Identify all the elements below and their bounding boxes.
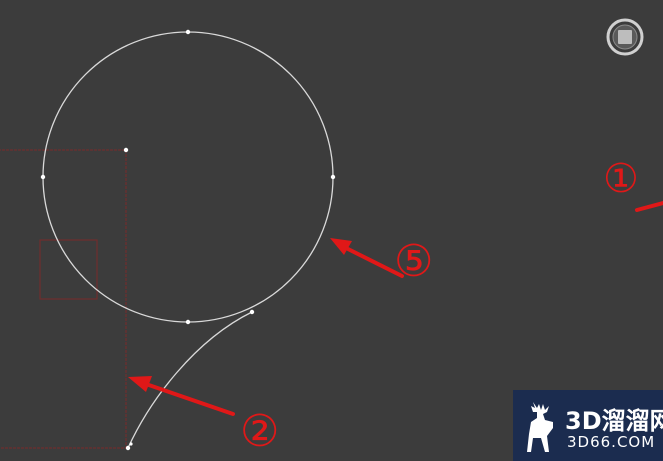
annotation-label-2: ②	[240, 406, 279, 457]
circle-vertex-left[interactable]	[40, 174, 46, 180]
annotation-label-5: ⑤	[394, 236, 433, 287]
curve-tangent-handle[interactable]	[129, 442, 133, 446]
watermark-domain: 3D66.COM	[567, 433, 656, 451]
annotation-arrow-1	[635, 201, 663, 212]
selection-box-small	[39, 239, 98, 300]
curve-vertex-end[interactable]	[249, 309, 255, 315]
viewport-perspective[interactable]: ① ⑤ ② 3D溜溜网 3D66.COM	[0, 0, 663, 461]
deer-logo-icon	[527, 402, 553, 452]
circle-vertex-right[interactable]	[330, 174, 336, 180]
annotation-arrow-2	[128, 376, 235, 416]
annotation-label-1: ①	[603, 156, 639, 202]
curve-vertex-start[interactable]	[125, 445, 131, 451]
selection-corner-vertex[interactable]	[123, 147, 129, 153]
watermark-title: 3D溜溜网	[565, 407, 663, 435]
annotation-arrow-5	[330, 238, 404, 278]
viewcube-reset-icon	[606, 18, 644, 56]
circle-vertex-bottom[interactable]	[185, 319, 191, 325]
circle-spline[interactable]	[42, 31, 334, 323]
viewcube-reset-button[interactable]	[605, 17, 645, 57]
circle-vertex-top[interactable]	[185, 29, 191, 35]
watermark-badge: 3D溜溜网 3D66.COM	[513, 390, 663, 461]
